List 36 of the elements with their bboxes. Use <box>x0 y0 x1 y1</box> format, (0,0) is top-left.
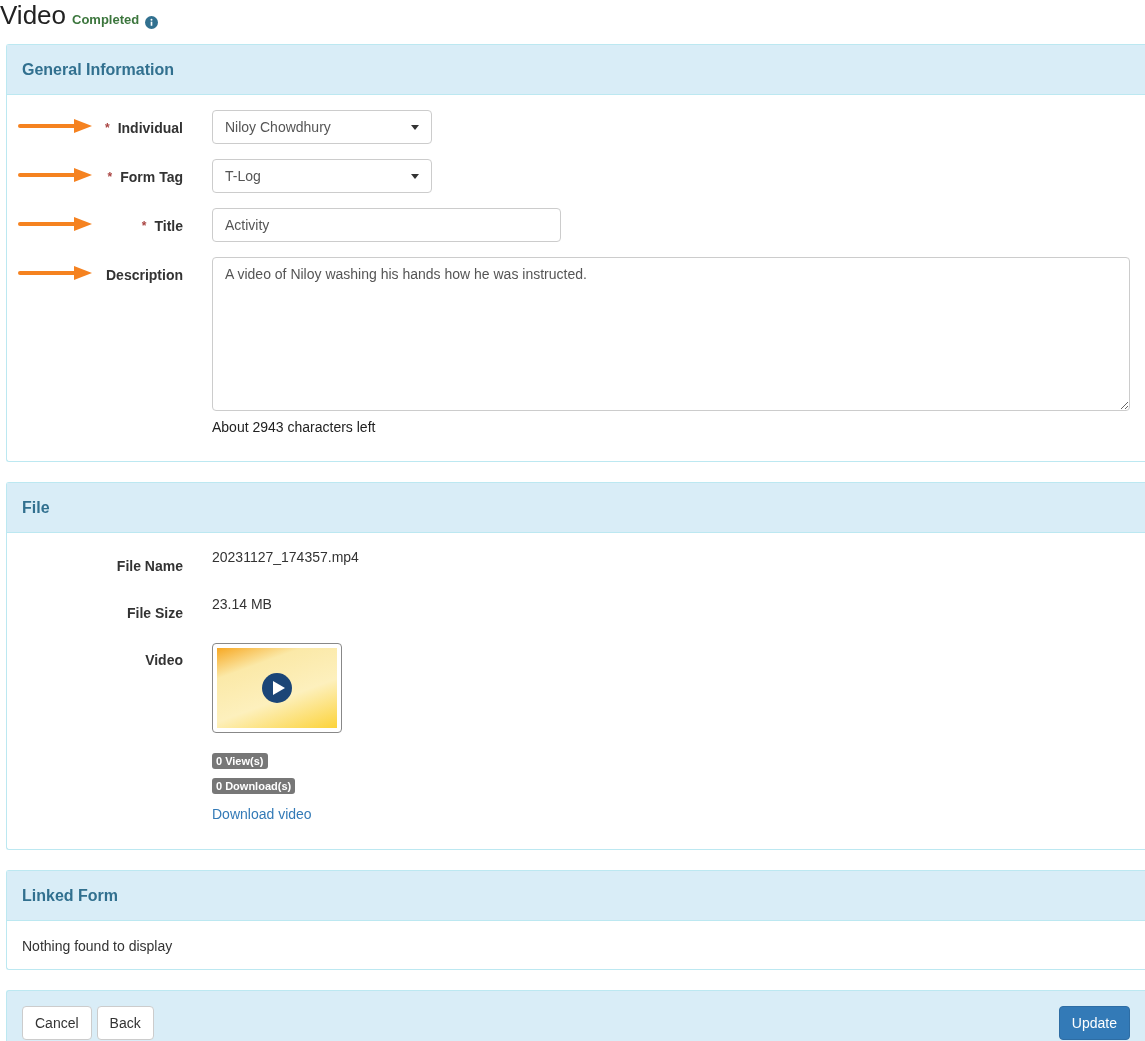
field-label: File Size <box>126 605 183 621</box>
dropdown[interactable]: T-Log <box>212 159 432 193</box>
play-icon[interactable] <box>262 673 292 703</box>
field-label: * Title <box>141 217 183 234</box>
panel-title: Linked Form <box>22 886 118 905</box>
field-label: Video <box>145 652 183 668</box>
page-title: Video <box>0 0 67 31</box>
arrow-icon <box>18 266 92 280</box>
required-mark: * <box>105 120 110 135</box>
dropdown[interactable]: Niloy Chowdhury <box>212 110 432 144</box>
status-label: Completed <box>72 12 140 27</box>
arrow-icon <box>18 217 92 231</box>
empty-message: Nothing found to display <box>22 938 173 954</box>
video-thumbnail[interactable] <box>212 643 342 733</box>
count-badge: 0 View(s) <box>212 753 268 769</box>
action-button[interactable]: Update <box>1058 1006 1130 1040</box>
count-badge: 0 Download(s) <box>212 778 296 794</box>
info-icon[interactable] <box>145 15 159 29</box>
panel-title: File <box>22 498 50 517</box>
arrow-icon <box>18 168 92 182</box>
file-value: 20231127_174357.mp4 <box>212 549 360 565</box>
arrow-icon <box>18 119 92 133</box>
panel-title: General Information <box>22 60 175 79</box>
description-textarea[interactable]: A video of Niloy washing his hands how he was instructed. <box>212 257 1130 411</box>
required-mark: * <box>141 218 147 233</box>
field-label: * Form Tag <box>107 168 183 185</box>
field-label: * Individual <box>105 119 183 136</box>
action-button[interactable]: Cancel <box>22 1006 92 1040</box>
character-counter: About 2943 characters left <box>212 419 377 435</box>
field-label: Description <box>106 266 183 283</box>
field-label: File Name <box>116 558 183 574</box>
action-button[interactable]: Back <box>96 1006 154 1040</box>
title-input[interactable]: Activity <box>212 208 561 242</box>
download-link[interactable]: Download video <box>212 806 312 822</box>
required-mark: * <box>107 169 113 184</box>
file-value: 23.14 MB <box>212 596 273 612</box>
